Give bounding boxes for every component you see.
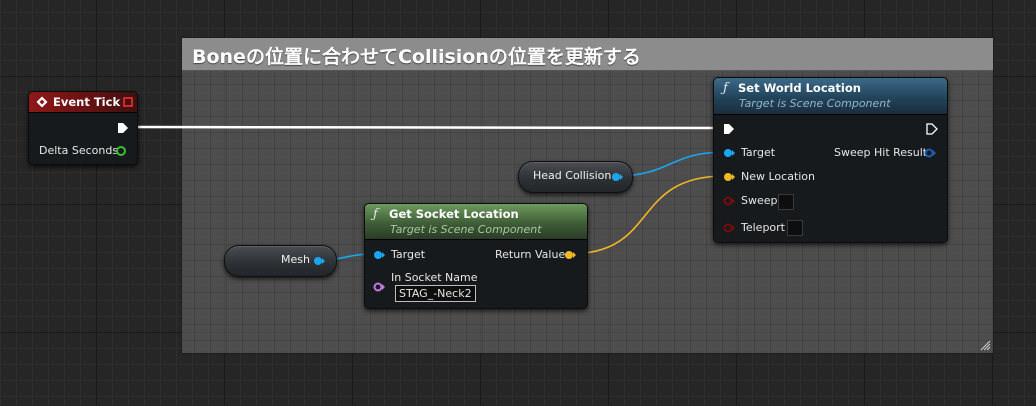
set-world-location-node[interactable]: ƒ Set World Location Target is Scene Com… [713, 77, 948, 243]
exec-wire[interactable] [130, 125, 724, 130]
event-tick-node[interactable]: Event Tick Delta Seconds [28, 91, 138, 165]
target-pin[interactable]: Target [741, 145, 775, 161]
target-label: Target [741, 146, 776, 159]
sweep-hit-result-pin[interactable]: Sweep Hit Result [834, 145, 927, 161]
exec-in-pin-icon[interactable] [723, 123, 735, 135]
head-collision-pin-icon[interactable] [611, 171, 623, 183]
socket-name-input[interactable]: STAG_-Neck2 [395, 285, 476, 302]
stop-square-icon [123, 97, 133, 107]
exec-out-pin-icon[interactable] [926, 123, 938, 135]
function-icon: ƒ [373, 207, 378, 222]
in-socket-name-pin[interactable]: In Socket Name [391, 270, 477, 286]
sweep-pin-icon[interactable] [723, 195, 735, 207]
event-tick-exec-out-icon[interactable] [117, 122, 129, 134]
sweep-hit-result-pin-icon[interactable] [924, 147, 936, 159]
return-value-pin[interactable]: Return Value [495, 247, 565, 263]
mesh-pin-icon[interactable] [313, 255, 325, 267]
teleport-pin-icon[interactable] [723, 222, 735, 234]
new-location-pin-icon[interactable] [723, 171, 735, 183]
head-collision-label: Head Collision [533, 169, 612, 182]
get-socket-location-title: Get Socket Location [389, 207, 519, 221]
function-icon: ƒ [723, 81, 728, 96]
target-pin-icon[interactable] [723, 147, 735, 159]
delta-seconds-label: Delta Seconds [39, 144, 119, 157]
head-collision-variable-node[interactable]: Head Collision [518, 161, 633, 193]
event-tick-header[interactable]: Event Tick [29, 92, 137, 113]
teleport-label: Teleport [741, 221, 785, 234]
get-socket-location-subtitle: Target is Scene Component [390, 223, 542, 236]
get-socket-location-header[interactable]: ƒ Get Socket Location Target is Scene Co… [365, 204, 587, 240]
set-world-location-header[interactable]: ƒ Set World Location Target is Scene Com… [714, 78, 947, 115]
new-location-label: New Location [741, 170, 816, 183]
socket-target-pin-icon[interactable] [373, 249, 385, 261]
event-tick-title: Event Tick [53, 95, 121, 109]
in-socket-name-pin-icon[interactable] [373, 281, 385, 293]
set-world-location-title: Set World Location [738, 81, 861, 95]
teleport-pin[interactable]: Teleport [741, 220, 785, 236]
delta-seconds-pin[interactable]: Delta Seconds [39, 143, 118, 159]
sweep-checkbox[interactable] [778, 194, 794, 210]
new-location-pin[interactable]: New Location [741, 169, 815, 185]
in-socket-name-label: In Socket Name [391, 271, 478, 284]
mesh-label: Mesh [281, 253, 310, 266]
delta-seconds-pin-icon[interactable] [115, 145, 127, 157]
sweep-pin[interactable]: Sweep [741, 193, 778, 209]
teleport-checkbox[interactable] [787, 220, 803, 236]
return-value-label: Return Value [495, 248, 566, 261]
return-value-pin-icon[interactable] [564, 249, 576, 261]
set-world-location-subtitle: Target is Scene Component [739, 97, 891, 110]
get-socket-location-node[interactable]: ƒ Get Socket Location Target is Scene Co… [364, 203, 588, 309]
socket-target-label: Target [391, 248, 426, 261]
mesh-variable-node[interactable]: Mesh [224, 245, 337, 277]
sweep-hit-result-label: Sweep Hit Result [834, 146, 928, 159]
sweep-label: Sweep [741, 194, 778, 207]
socket-target-pin[interactable]: Target [391, 247, 425, 263]
event-diamond-icon [36, 96, 48, 108]
